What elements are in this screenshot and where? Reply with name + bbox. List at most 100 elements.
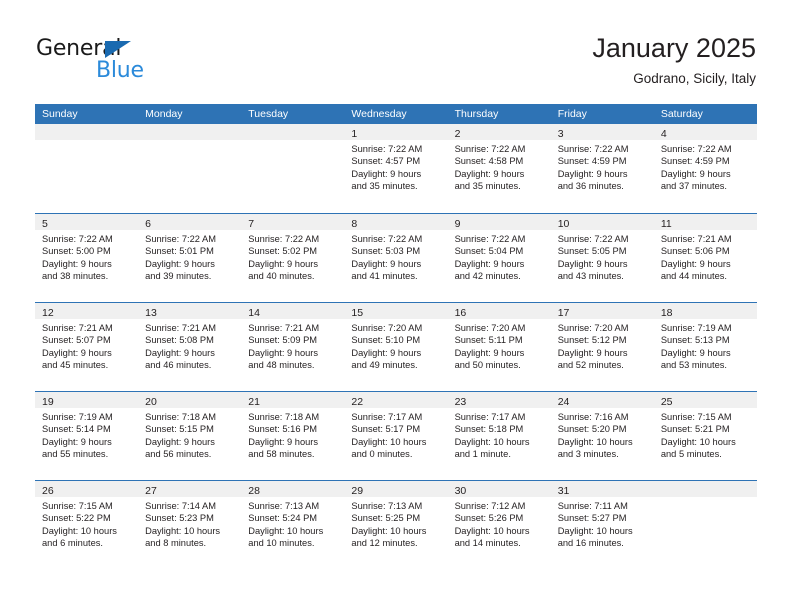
calendar-day-cell[interactable]: 1 Sunrise: 7:22 AM Sunset: 4:57 PM Daylight… (344, 124, 448, 213)
calendar-week-row: 5 Sunrise: 7:22 AM Sunset: 5:00 PM Daylight… (35, 213, 757, 302)
calendar-day-cell[interactable]: 8 Sunrise: 7:22 AM Sunset: 5:03 PM Daylight… (344, 214, 448, 302)
calendar-day-cell[interactable]: 5 Sunrise: 7:22 AM Sunset: 5:00 PM Daylight… (35, 214, 139, 302)
calendar-day-cell[interactable]: 6 Sunrise: 7:22 AM Sunset: 5:01 PM Daylight… (138, 214, 242, 302)
day-number: 28 (248, 485, 260, 497)
daylight-duration-line-1: Daylight: 9 hours (351, 258, 422, 269)
sunrise-time: Sunrise: 7:22 AM (145, 234, 216, 244)
calendar-day-cell[interactable]: 2 Sunrise: 7:22 AM Sunset: 4:58 PM Daylight… (447, 124, 551, 213)
calendar-day-cell[interactable]: 18 Sunrise: 7:19 AM Sunset: 5:13 PM Dayligh… (653, 303, 757, 391)
daylight-duration-line-2: and 5 minutes. (660, 449, 722, 460)
daylight-duration-line-1: Daylight: 10 hours (557, 436, 633, 447)
calendar-day-cell[interactable]: 3 Sunrise: 7:22 AM Sunset: 4:59 PM Daylight… (550, 124, 654, 213)
calendar-day-cell[interactable]: 9 Sunrise: 7:22 AM Sunset: 5:04 PM Daylight… (447, 214, 551, 302)
day-cell-details: Sunrise: 7:22 AM Sunset: 5:03 PM Daylight:… (344, 230, 447, 283)
day-number: 2 (454, 128, 461, 140)
sunset-time: Sunset: 5:23 PM (145, 513, 214, 524)
day-cell-details: Sunrise: 7:16 AM Sunset: 5:20 PM Daylight:… (551, 408, 654, 461)
daylight-duration-line-2: and 3 minutes. (557, 449, 619, 460)
day-number: 24 (557, 396, 570, 408)
day-number: 23 (454, 396, 467, 408)
day-number: 14 (248, 307, 260, 319)
daylight-duration-line-1: Daylight: 9 hours (557, 258, 628, 269)
day-cell-details: Sunrise: 7:22 AM Sunset: 4:59 PM Daylight:… (654, 140, 757, 193)
daylight-duration-line-2: and 37 minutes. (660, 181, 727, 192)
sunset-time: Sunset: 5:17 PM (351, 424, 421, 435)
daylight-duration-line-1: Daylight: 9 hours (660, 347, 731, 358)
day-of-week-header-thursday: Thursday (454, 108, 499, 120)
calendar-day-cell[interactable]: 23 Sunrise: 7:17 AM Sunset: 5:18 PM Dayligh… (447, 392, 551, 480)
calendar-week-row: 1 Sunrise: 7:22 AM Sunset: 4:57 PM Daylight… (35, 124, 757, 213)
daylight-duration-line-1: Daylight: 9 hours (351, 347, 422, 358)
calendar-day-cell[interactable]: 20 Sunrise: 7:18 AM Sunset: 5:15 PM Dayligh… (138, 392, 242, 480)
calendar-day-cell[interactable]: 13 Sunrise: 7:21 AM Sunset: 5:08 PM Dayligh… (138, 303, 242, 391)
daylight-duration-line-2: and 44 minutes. (660, 271, 727, 282)
logo-text-blue: Blue (96, 58, 144, 83)
calendar-day-cell[interactable]: 24 Sunrise: 7:16 AM Sunset: 5:20 PM Dayligh… (550, 392, 654, 480)
day-number-band: 18 (653, 303, 757, 319)
daylight-duration-line-1: Daylight: 9 hours (42, 436, 112, 447)
day-number: 13 (145, 307, 157, 319)
calendar-day-cell[interactable]: 21 Sunrise: 7:18 AM Sunset: 5:16 PM Dayligh… (241, 392, 345, 480)
calendar-day-cell[interactable]: 26 Sunrise: 7:15 AM Sunset: 5:22 PM Dayligh… (35, 481, 139, 569)
calendar-day-cell[interactable]: 29 Sunrise: 7:13 AM Sunset: 5:25 PM Dayligh… (344, 481, 448, 569)
day-number: 3 (557, 128, 564, 140)
calendar-day-cell[interactable]: 14 Sunrise: 7:21 AM Sunset: 5:09 PM Dayligh… (241, 303, 345, 391)
daylight-duration-line-2: and 14 minutes. (454, 538, 521, 549)
day-number-band: 31 (550, 481, 654, 497)
sunset-time: Sunset: 5:05 PM (557, 246, 627, 257)
sunrise-time: Sunrise: 7:22 AM (351, 144, 423, 154)
calendar-day-cell[interactable]: 4 Sunrise: 7:22 AM Sunset: 4:59 PM Daylight… (653, 124, 757, 213)
sunrise-time: Sunrise: 7:18 AM (248, 412, 320, 422)
daylight-duration-line-1: Daylight: 10 hours (248, 525, 324, 536)
day-cell-details: Sunrise: 7:18 AM Sunset: 5:16 PM Daylight:… (241, 408, 344, 461)
location-subtitle: Godrano, Sicily, Italy (633, 71, 756, 86)
calendar-day-cell[interactable]: 27 Sunrise: 7:14 AM Sunset: 5:23 PM Dayligh… (138, 481, 242, 569)
calendar-day-cell[interactable]: 10 Sunrise: 7:22 AM Sunset: 5:05 PM Dayligh… (550, 214, 654, 302)
day-number: 20 (145, 396, 157, 408)
calendar-day-cell[interactable]: 30 Sunrise: 7:12 AM Sunset: 5:26 PM Dayligh… (447, 481, 551, 569)
calendar-day-cell[interactable]: 12 Sunrise: 7:21 AM Sunset: 5:07 PM Dayligh… (35, 303, 139, 391)
calendar-day-cell[interactable]: 31 Sunrise: 7:11 AM Sunset: 5:27 PM Dayligh… (550, 481, 654, 569)
day-cell-details: Sunrise: 7:20 AM Sunset: 5:10 PM Daylight:… (344, 319, 447, 372)
day-number-band: 6 (138, 214, 242, 230)
day-cell-details: Sunrise: 7:21 AM Sunset: 5:08 PM Daylight:… (138, 319, 241, 372)
calendar-day-cell[interactable]: 25 Sunrise: 7:15 AM Sunset: 5:21 PM Dayligh… (653, 392, 757, 480)
calendar-day-cell[interactable]: 16 Sunrise: 7:20 AM Sunset: 5:11 PM Dayligh… (447, 303, 551, 391)
daylight-duration-line-2: and 48 minutes. (248, 360, 315, 371)
day-of-week-header-tuesday: Tuesday (248, 108, 289, 120)
sunset-time: Sunset: 5:24 PM (248, 513, 318, 524)
daylight-duration-line-2: and 53 minutes. (660, 360, 727, 371)
sunrise-time: Sunrise: 7:20 AM (351, 323, 423, 333)
day-number-band (35, 124, 139, 140)
day-number: 30 (454, 485, 467, 497)
day-cell-details: Sunrise: 7:19 AM Sunset: 5:14 PM Daylight:… (35, 408, 138, 461)
day-number-band: 19 (35, 392, 139, 408)
sunrise-time: Sunrise: 7:21 AM (42, 323, 113, 333)
day-number-band: 16 (447, 303, 551, 319)
day-number: 25 (660, 396, 673, 408)
daylight-duration-line-2: and 16 minutes. (557, 538, 624, 549)
sunset-time: Sunset: 5:09 PM (248, 335, 318, 346)
general-blue-logo[interactable]: General Blue (36, 36, 216, 86)
calendar-day-cell[interactable]: 19 Sunrise: 7:19 AM Sunset: 5:14 PM Dayligh… (35, 392, 139, 480)
daylight-duration-line-2: and 45 minutes. (42, 360, 109, 371)
calendar-day-cell[interactable]: 17 Sunrise: 7:20 AM Sunset: 5:12 PM Dayligh… (550, 303, 654, 391)
daylight-duration-line-1: Daylight: 10 hours (145, 525, 221, 536)
daylight-duration-line-2: and 43 minutes. (557, 271, 624, 282)
calendar-day-cell[interactable]: 28 Sunrise: 7:13 AM Sunset: 5:24 PM Dayligh… (241, 481, 345, 569)
day-number-band: 22 (344, 392, 448, 408)
sunset-time: Sunset: 4:59 PM (660, 156, 730, 167)
logo-triangle-icon (105, 41, 131, 58)
title-block: January 2025 Godrano, Sicily, Italy (592, 32, 756, 88)
day-number-band: 15 (344, 303, 448, 319)
calendar-day-cell[interactable]: 7 Sunrise: 7:22 AM Sunset: 5:02 PM Daylight… (241, 214, 345, 302)
daylight-duration-line-1: Daylight: 10 hours (454, 525, 530, 536)
day-of-week-header-monday: Monday (145, 108, 183, 120)
day-cell-details: Sunrise: 7:14 AM Sunset: 5:23 PM Daylight:… (138, 497, 241, 550)
calendar-day-cell[interactable]: 15 Sunrise: 7:20 AM Sunset: 5:10 PM Dayligh… (344, 303, 448, 391)
sunrise-time: Sunrise: 7:15 AM (42, 501, 113, 511)
calendar-day-cell[interactable]: 22 Sunrise: 7:17 AM Sunset: 5:17 PM Dayligh… (344, 392, 448, 480)
calendar-day-cell[interactable]: 11 Sunrise: 7:21 AM Sunset: 5:06 PM Dayligh… (653, 214, 757, 302)
sunset-time: Sunset: 5:18 PM (454, 424, 524, 435)
calendar-day-cell-empty (138, 124, 242, 213)
